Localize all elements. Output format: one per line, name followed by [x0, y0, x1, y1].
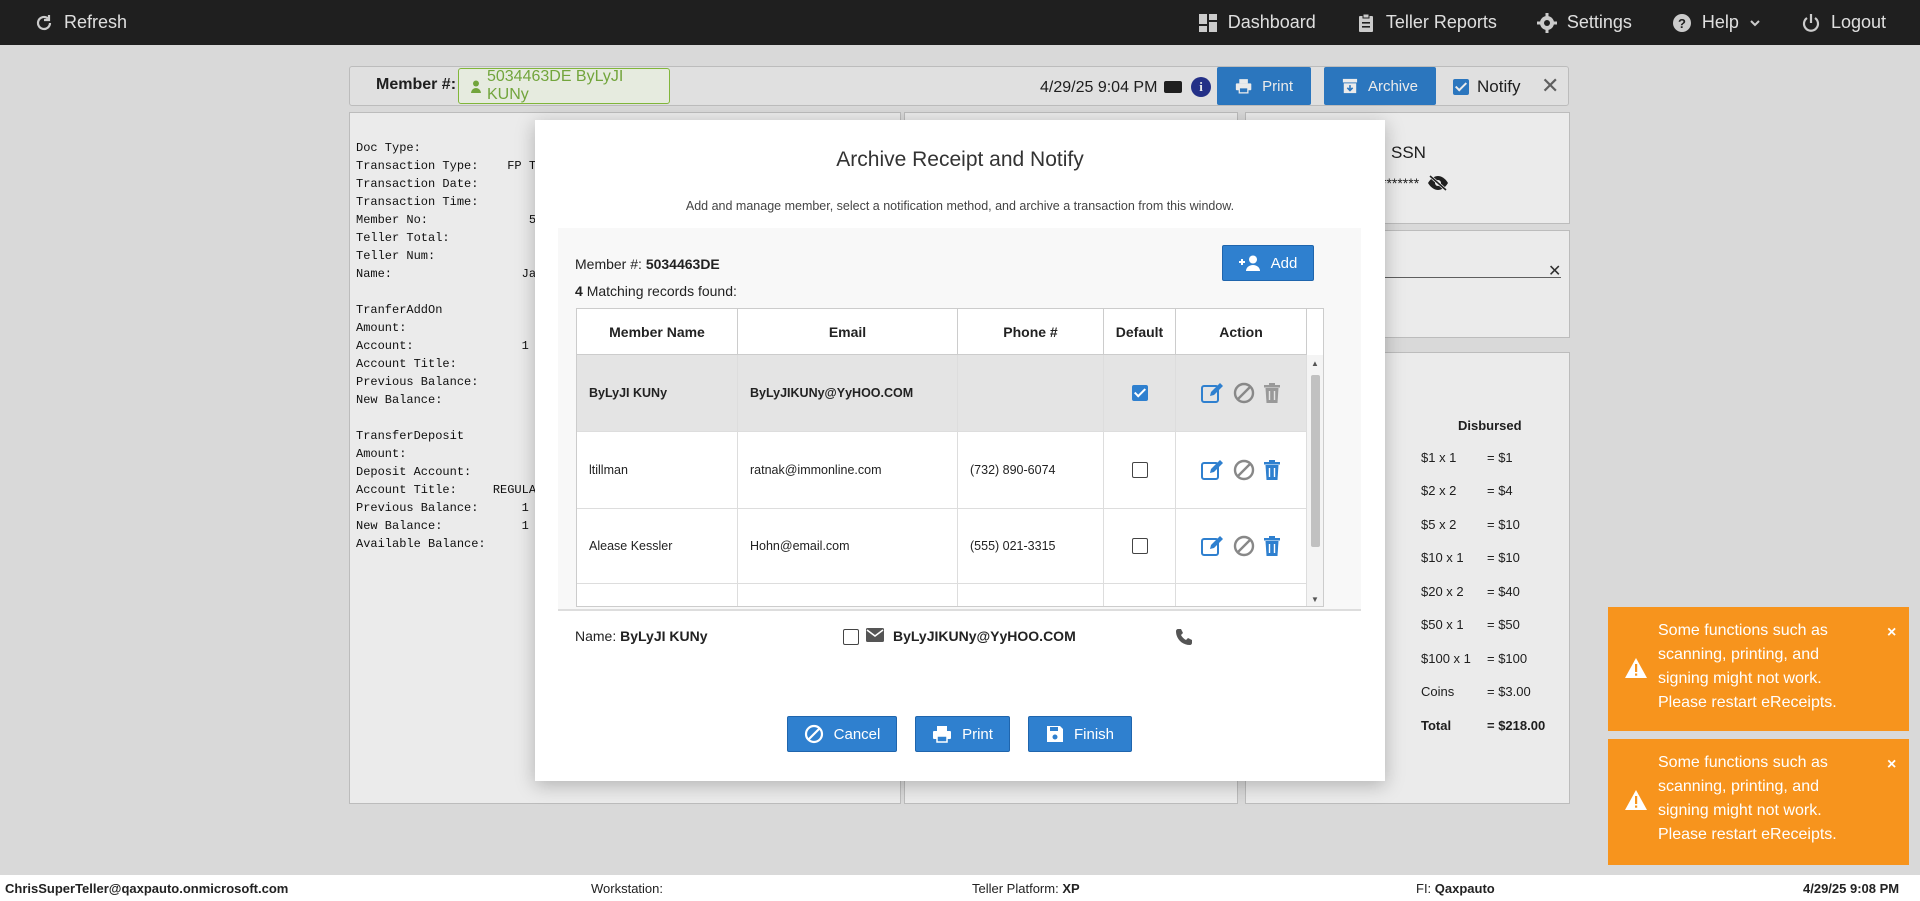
footer-fi: FI: Qaxpauto	[1416, 881, 1495, 896]
cancel-label: Cancel	[833, 725, 881, 743]
print-button[interactable]: Print	[915, 716, 1010, 752]
footer-workstation: Workstation:	[591, 881, 664, 896]
default-checkbox[interactable]	[1131, 385, 1148, 401]
status-footer: ChrisSuperTeller@qaxpauto.onmicrosoft.co…	[0, 875, 1920, 901]
finish-button[interactable]: Finish	[1028, 716, 1132, 752]
cell-phone	[958, 355, 1104, 431]
cell-default	[1104, 432, 1176, 508]
ban-icon[interactable]	[1233, 382, 1255, 404]
cell-member-name: ltillman	[577, 432, 738, 508]
warning-toast: Some functions such as scanning, printin…	[1608, 739, 1909, 865]
cell-email: ratnak@immonline.com	[738, 432, 958, 508]
member-records-section: Member #: 5034463DE 4 Matching records f…	[558, 228, 1361, 645]
edit-icon[interactable]	[1201, 535, 1225, 557]
scroll-up-icon[interactable]: ▲	[1311, 359, 1319, 368]
cell-member-name: ByLyJI KUNy	[577, 355, 738, 431]
cell-default	[1104, 355, 1176, 431]
printer-icon	[933, 726, 952, 743]
phone-icon[interactable]	[1175, 628, 1193, 646]
table-header: Member Name Email Phone # Default Action	[577, 309, 1307, 355]
add-member-button[interactable]: Add	[1222, 245, 1314, 281]
col-default[interactable]: Default	[1104, 309, 1176, 355]
col-member-name[interactable]: Member Name	[577, 309, 738, 355]
ban-icon	[804, 724, 823, 744]
toast-close-icon[interactable]: ×	[1887, 753, 1896, 777]
finish-label: Finish	[1073, 725, 1114, 743]
trash-icon[interactable]	[1263, 535, 1281, 557]
cell-email: ByLyJIKUNy@YyHOO.COM	[738, 355, 958, 431]
modal-member-number: Member #: 5034463DE	[575, 256, 720, 272]
trash-icon[interactable]	[1263, 382, 1281, 404]
print-label: Print	[962, 725, 993, 743]
toast-message: Some functions such as scanning, printin…	[1658, 754, 1837, 843]
scrollbar-thumb[interactable]	[1311, 375, 1320, 547]
toast-message: Some functions such as scanning, printin…	[1658, 622, 1837, 711]
cell-phone: (555) 021-3315	[958, 509, 1104, 583]
table-row[interactable]: ltillman ratnak@immonline.com (732) 890-…	[577, 432, 1307, 509]
table-scrollbar[interactable]: ▲ ▼	[1307, 355, 1323, 606]
footer-datetime: 4/29/25 9:08 PM	[1803, 881, 1900, 896]
selected-name: Name: ByLyJI KUNy	[575, 628, 708, 644]
add-label: Add	[1270, 254, 1298, 272]
cell-action	[1176, 432, 1307, 508]
matching-count: 4 Matching records found:	[575, 283, 737, 299]
modal-title: Archive Receipt and Notify	[836, 148, 1084, 171]
add-user-icon	[1238, 255, 1260, 271]
default-checkbox[interactable]	[1131, 462, 1148, 478]
cell-action	[1176, 355, 1307, 431]
warning-icon	[1625, 790, 1647, 810]
cancel-button[interactable]: Cancel	[787, 716, 897, 752]
email-notify-checkbox[interactable]	[843, 629, 859, 645]
table-row-partial	[577, 584, 1307, 606]
footer-user: ChrisSuperTeller@qaxpauto.onmicrosoft.co…	[5, 881, 289, 896]
table-row[interactable]: ByLyJI KUNy ByLyJIKUNy@YyHOO.COM	[577, 355, 1307, 432]
cell-email: Hohn@email.com	[738, 509, 958, 583]
modal-subtitle: Add and manage member, select a notifica…	[685, 199, 1235, 213]
save-icon	[1046, 726, 1063, 742]
cell-phone: (732) 890-6074	[958, 432, 1104, 508]
cell-action	[1176, 509, 1307, 583]
table-row[interactable]: Alease Kessler Hohn@email.com (555) 021-…	[577, 509, 1307, 584]
archive-notify-modal: Archive Receipt and Notify Add and manag…	[535, 120, 1385, 781]
col-email[interactable]: Email	[738, 309, 958, 355]
col-action[interactable]: Action	[1176, 309, 1307, 355]
edit-icon[interactable]	[1201, 382, 1225, 404]
scroll-down-icon[interactable]: ▼	[1311, 595, 1319, 604]
envelope-icon	[866, 628, 884, 642]
ban-icon[interactable]	[1233, 535, 1255, 557]
col-phone[interactable]: Phone #	[958, 309, 1104, 355]
selected-email: ByLyJIKUNy@YyHOO.COM	[893, 628, 1076, 644]
trash-icon[interactable]	[1263, 459, 1281, 481]
cell-member-name: Alease Kessler	[577, 509, 738, 583]
warning-icon	[1625, 658, 1647, 678]
warning-toast: Some functions such as scanning, printin…	[1608, 607, 1909, 731]
footer-platform: Teller Platform: XP	[972, 881, 1080, 896]
members-table: Member Name Email Phone # Default Action…	[576, 308, 1324, 607]
table-body: ByLyJI KUNy ByLyJIKUNy@YyHOO.COM ltillma…	[577, 355, 1307, 606]
ban-icon[interactable]	[1233, 459, 1255, 481]
toast-close-icon[interactable]: ×	[1887, 621, 1896, 645]
default-checkbox[interactable]	[1131, 538, 1148, 554]
edit-icon[interactable]	[1201, 459, 1225, 481]
cell-default	[1104, 509, 1176, 583]
